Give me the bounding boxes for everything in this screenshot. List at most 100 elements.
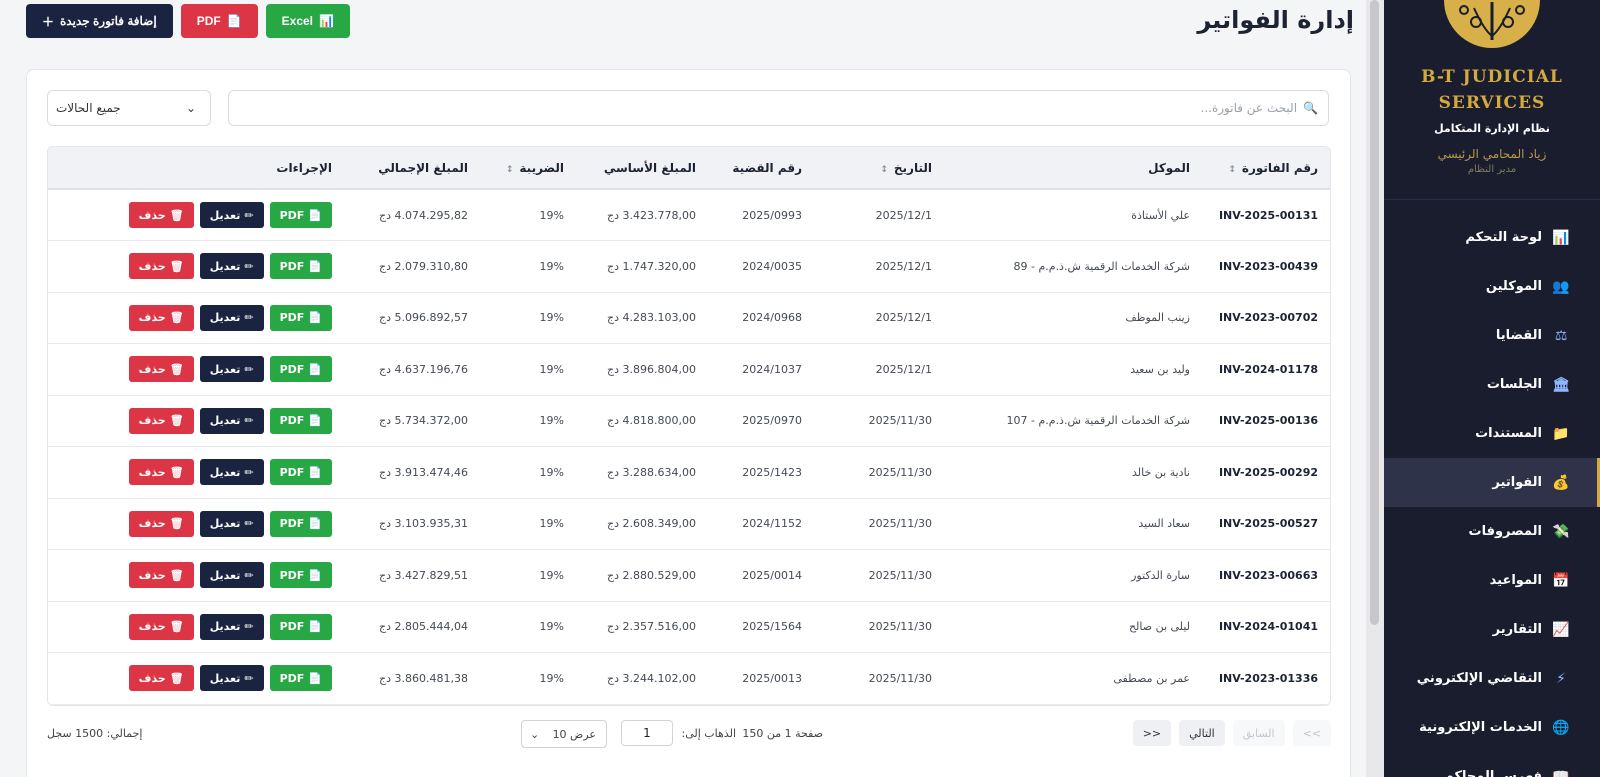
sidebar-item-money-bag[interactable]: الفواتير 💰 [1384,458,1600,507]
invoice-date-cell: 2025/11/30 [868,465,932,479]
case-number-cell: 2025/0993 [742,208,802,222]
sidebar-item-globe[interactable]: الخدمات الإلكترونية 🌐 [1384,703,1600,752]
invoice-number-cell: INV-2024-01041 [1218,620,1318,634]
row-pdf-button[interactable]: PDF 📄 [269,202,332,228]
pencil-icon: ✏ [244,208,254,222]
row-pdf-button[interactable]: PDF 📄 [269,304,332,331]
row-pdf-button[interactable]: PDF 📄 [269,510,332,537]
first-page-button[interactable]: << [1292,720,1331,746]
row-delete-label: حذف [138,517,166,531]
sidebar-item-label: لوحة التحكم [1465,230,1542,245]
case-number-cell: 2025/1423 [742,465,802,479]
table-row: INV-2023-00439 شركة الخدمات الرقمية ش.ذ.م… [48,241,1330,292]
invoice-number-cell: INV-2025-00136 [1218,414,1318,428]
sidebar-item-trend-chart[interactable]: التقارير 📈 [1384,605,1600,654]
total-amount-cell: 2.079.310,80 دج [379,259,468,273]
sidebar-item-lightning[interactable]: التقاضي الإلكتروني ⚡ [1384,654,1600,703]
search-input[interactable]: 🔍 البحث عن فاتورة... [228,90,1329,126]
invoice-number-cell: INV-2025-00527 [1218,517,1318,531]
sidebar-item-folder[interactable]: المستندات 📁 [1384,409,1600,458]
status-filter-select[interactable]: ⌄ جميع الحالات [47,90,211,126]
row-delete-button[interactable]: حذف 🗑 [128,407,194,434]
row-edit-button[interactable]: تعديل ✏ [199,562,264,589]
row-edit-button[interactable]: تعديل ✏ [199,253,264,280]
row-actions: PDF 📄 تعديل ✏ حذف 🗑 [58,253,332,280]
row-delete-button[interactable]: حذف 🗑 [128,613,194,640]
col-tax[interactable]: الضريبة ↕ [480,147,576,190]
brand-name: B-T JUDICIAL SERVICES [1384,64,1600,116]
row-pdf-button[interactable]: PDF 📄 [269,356,332,383]
last-page-button[interactable]: >> [1132,720,1172,746]
invoice-date-cell: 2025/12/1 [875,208,932,222]
case-number-cell: 2025/0970 [742,414,802,428]
row-actions: PDF 📄 تعديل ✏ حذف 🗑 [58,562,332,589]
base-amount-cell: 3.896.804,00 دج [607,362,696,376]
scales-icon: ⚖ [1554,327,1568,344]
row-delete-button[interactable]: حذف 🗑 [128,459,194,486]
row-pdf-button[interactable]: PDF 📄 [269,562,332,589]
row-delete-button[interactable]: حذف 🗑 [128,356,194,383]
base-amount-cell: 4.818.800,00 دج [607,414,696,428]
prev-page-button[interactable]: السابق [1232,720,1285,746]
table-row: INV-2023-01336 عمر بن مصطفى 2025/11/30 2025… [48,653,1330,704]
court-icon: 🏛 [1552,376,1570,393]
export-excel-button[interactable]: Excel 📊 [265,4,350,38]
sidebar-item-label: الفواتير [1492,475,1542,490]
col-date[interactable]: التاريخ ↕ [814,147,944,190]
trash-icon: 🗑 [169,465,184,479]
base-amount-cell: 3.288.634,00 دج [607,465,696,479]
header-label: الضريبة [519,160,564,175]
sidebar-item-calendar[interactable]: المواعيد 📅 [1384,556,1600,605]
goto-page-input[interactable]: 1 [621,720,673,746]
trash-icon: 🗑 [169,259,184,273]
sidebar-item-book[interactable]: فهرس المحاكم 📖 [1384,752,1600,777]
document-icon: 📄 [308,568,322,582]
row-edit-button[interactable]: تعديل ✏ [199,356,264,383]
row-edit-label: تعديل [209,259,241,273]
sidebar-scrollbar[interactable] [1366,0,1384,777]
next-page-button[interactable]: التالي [1179,720,1225,746]
row-edit-button[interactable]: تعديل ✏ [199,459,264,486]
app-root: B-T JUDICIAL SERVICES نظام الإدارة المتك… [0,0,1600,777]
row-edit-button[interactable]: تعديل ✏ [199,510,264,537]
scrollbar-thumb[interactable] [1370,0,1379,625]
sidebar-item-scales[interactable]: القضايا ⚖ [1384,311,1600,360]
table-row: INV-2025-00292 نادية بن خالد 2025/11/30 202… [48,447,1330,498]
row-pdf-button[interactable]: PDF 📄 [269,665,332,692]
row-edit-button[interactable]: تعديل ✏ [199,304,264,331]
row-pdf-button[interactable]: PDF 📄 [269,613,332,640]
chevron-down-icon: ⌄ [530,727,540,741]
trash-icon: 🗑 [169,362,184,376]
total-amount-cell: 3.427.829,51 دج [379,568,468,582]
row-delete-button[interactable]: حذف 🗑 [128,304,194,331]
row-pdf-button[interactable]: PDF 📄 [269,253,332,280]
col-invoice-number[interactable]: رقم الفاتورة ↕ [1202,147,1330,190]
row-delete-button[interactable]: حذف 🗑 [128,202,194,228]
row-edit-button[interactable]: تعديل ✏ [199,407,264,434]
table-row: INV-2023-00702 زينب الموظف 2025/12/1 2024/0… [48,292,1330,344]
sidebar-item-court[interactable]: الجلسات 🏛 [1384,360,1600,409]
invoice-date-cell: 2025/12/1 [875,259,932,273]
header-label: الإجراءات [276,160,332,175]
invoice-number-cell: INV-2025-00292 [1218,465,1318,479]
sidebar-item-users[interactable]: الموكلين 👥 [1384,262,1600,311]
export-pdf-button[interactable]: PDF 📄 [180,4,258,38]
per-page-select[interactable]: عرض 10 ⌄ [521,720,607,748]
row-edit-button[interactable]: تعديل ✏ [199,202,264,228]
calendar-icon: 📅 [1552,572,1570,589]
row-pdf-button[interactable]: PDF 📄 [269,407,332,434]
sidebar-item-chart[interactable]: لوحة التحكم 📊 [1384,213,1600,262]
row-edit-button[interactable]: تعديل ✏ [199,665,264,692]
col-client: الموكل [944,147,1202,190]
row-edit-button[interactable]: تعديل ✏ [199,613,264,640]
row-pdf-button[interactable]: PDF 📄 [269,459,332,486]
sort-icon: ↕ [880,164,888,175]
export-excel-label: Excel [281,14,314,28]
sidebar-item-money-wings[interactable]: المصروفات 💸 [1384,507,1600,556]
row-delete-button[interactable]: حذف 🗑 [128,665,194,692]
row-delete-button[interactable]: حذف 🗑 [128,562,194,589]
table-body: INV-2025-00131 علي الأستاذة 2025/12/1 2025/… [48,189,1330,704]
row-delete-button[interactable]: حذف 🗑 [128,253,194,280]
row-delete-button[interactable]: حذف 🗑 [128,510,194,537]
add-invoice-button[interactable]: ＋ إضافة فاتورة جديدة [26,4,173,38]
